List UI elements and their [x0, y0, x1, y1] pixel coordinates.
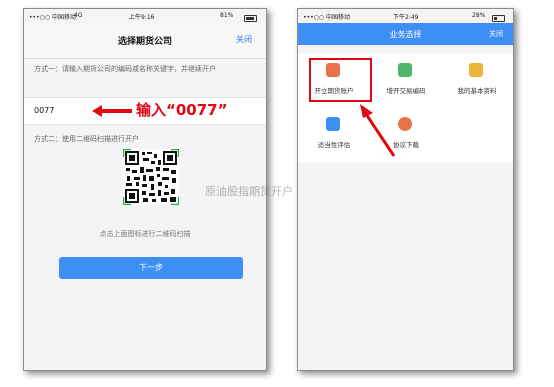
status-bar: •••○○ 中国移动 4G 上午9:16 81% — [24, 9, 266, 23]
network-label: 4G — [74, 12, 83, 19]
company-code-input[interactable]: 0077 输入“0077” — [24, 97, 266, 125]
pointer-arrow-icon — [360, 104, 396, 157]
tile-add-trading-code[interactable]: 增开交易编码 — [370, 55, 442, 105]
tile-label: 增开交易编码 — [386, 87, 426, 95]
close-button[interactable]: 关闭 — [236, 34, 252, 45]
page-title: 选择期货公司 — [117, 37, 172, 47]
code-card-icon — [398, 63, 412, 77]
profile-icon — [469, 63, 483, 77]
watermark-text: 原油股指期货开户 — [205, 185, 293, 198]
carrier-label: •••○○ 中国移动 — [303, 14, 350, 21]
assessment-icon — [326, 117, 340, 131]
clock-label: 上午9:16 — [129, 14, 155, 21]
close-button[interactable]: 关闭 — [489, 29, 503, 39]
method-one-instructions: 方式一：请输入期货公司的编码或名称关键字，并继续开户 — [34, 65, 216, 73]
phone-screen-business-select: •••○○ 中国移动 下午2:49 28% 业务选择 关闭 开立期货账户 增开交… — [297, 8, 514, 371]
page-title: 业务选择 — [389, 30, 422, 39]
clock-label: 下午2:49 — [393, 14, 419, 21]
method-two-instructions: 方式二：使用二维码扫描进行开户 — [34, 135, 139, 143]
qr-scan-caption: 点击上面图标进行二维码扫描 — [99, 230, 191, 238]
annotation-text: 输入“0077” — [136, 101, 228, 119]
tile-label: 我的基本资料 — [457, 87, 497, 95]
company-code-value: 0077 — [34, 106, 55, 115]
tile-my-profile[interactable]: 我的基本资料 — [441, 55, 513, 105]
left-arrow-icon — [92, 105, 132, 117]
highlight-box — [309, 58, 372, 102]
navigation-bar: 业务选择 关闭 — [298, 23, 513, 45]
status-bar: •••○○ 中国移动 下午2:49 28% — [298, 9, 513, 23]
carrier-label: •••○○ 中国移动 — [29, 14, 76, 21]
qr-code-icon[interactable] — [123, 149, 179, 205]
next-step-button[interactable]: 下一步 — [59, 257, 243, 279]
battery-percent: 28% — [472, 12, 486, 19]
battery-percent: 81% — [220, 12, 234, 19]
download-icon — [398, 117, 412, 131]
navigation-bar: 选择期货公司 关闭 — [24, 23, 266, 59]
